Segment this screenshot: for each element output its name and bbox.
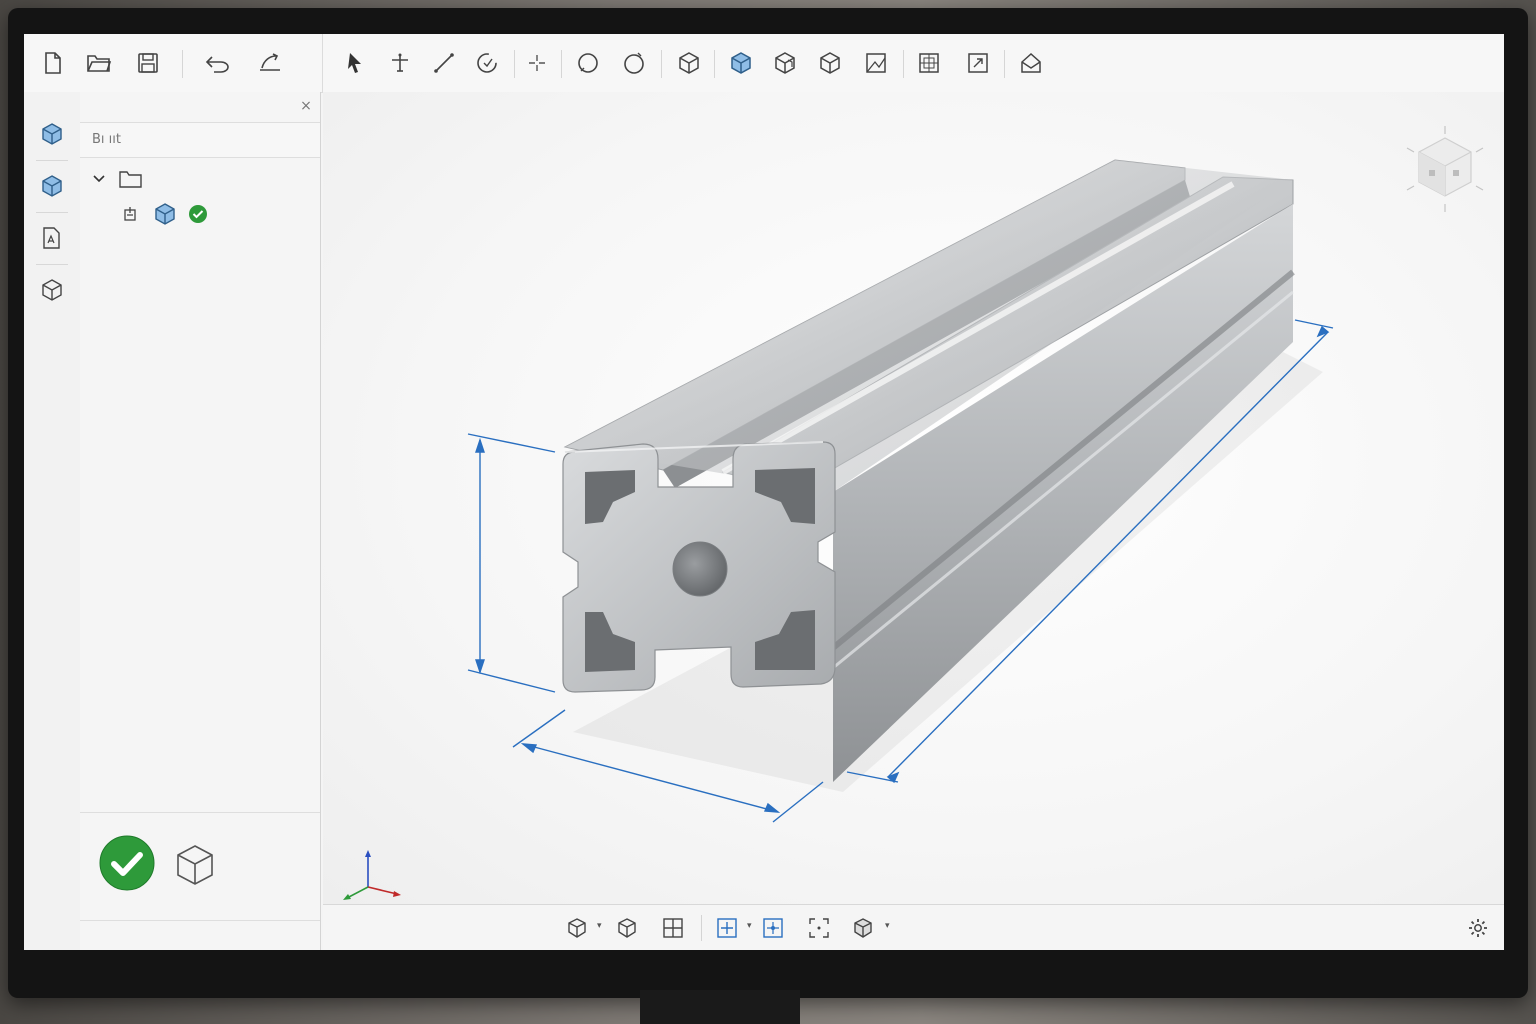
grid-icon[interactable] [659,915,687,941]
folder-icon [119,171,142,188]
monitor-stand [640,990,800,1024]
component-icon[interactable] [36,274,68,306]
extrude-icon[interactable] [726,48,756,78]
open-folder-icon[interactable] [84,48,114,78]
chevron-down-icon[interactable] [92,172,106,186]
display-mode-dropdown[interactable]: ▾ [885,921,890,931]
export-icon[interactable] [1016,48,1046,78]
save-icon[interactable] [133,48,163,78]
feature-tree-panel: × Bı ııt [80,92,321,950]
panel-footer [80,812,320,921]
view-style-dropdown[interactable]: ▾ [597,921,602,931]
snap-dropdown[interactable]: ▾ [747,921,752,931]
zoom-extents-icon[interactable] [805,915,833,941]
part-icon[interactable] [36,118,68,150]
chamfer-icon[interactable] [861,48,891,78]
left-icon-rail [24,92,81,950]
arc-icon[interactable] [472,48,502,78]
revolve-icon[interactable] [770,48,800,78]
axis-triad [343,850,401,900]
redo-icon[interactable] [255,48,285,78]
tree-row-root[interactable] [92,167,144,191]
main-toolbar [24,34,1504,93]
circle-icon[interactable] [573,48,603,78]
new-file-icon[interactable] [38,48,68,78]
line-icon[interactable] [429,48,459,78]
drawing-icon[interactable] [36,222,68,254]
3d-viewport[interactable] [323,92,1504,904]
snap-icon[interactable] [713,915,741,941]
section-icon[interactable] [914,48,944,78]
move-icon[interactable] [385,48,415,78]
part-cube-icon [155,203,175,225]
view-cube-icon[interactable] [1403,124,1487,218]
box-icon[interactable] [674,48,704,78]
snap-center-icon[interactable] [759,915,787,941]
view-style-icon[interactable] [563,915,591,941]
view-cube-small-icon[interactable] [613,915,641,941]
tree-search-bar[interactable]: Bı ııt [80,122,320,158]
fit-view-icon[interactable] [963,48,993,78]
status-ok-icon [189,205,207,223]
display-mode-icon[interactable] [849,915,877,941]
panel-footer-bar [80,920,320,950]
close-icon[interactable]: × [298,98,314,114]
undo-icon[interactable] [203,48,233,78]
cad-application: × Bı ııt ▾ ▾ ▾ [24,34,1504,950]
cube-outline-icon[interactable] [174,843,216,891]
select-arrow-icon[interactable] [340,48,370,78]
point-icon[interactable] [522,48,552,78]
checkmark-icon[interactable] [99,835,155,895]
circle-arc-icon[interactable] [619,48,649,78]
tree-search-text: Bı ııt [92,132,121,147]
tree-branch-icon [124,207,136,221]
tree-row-part[interactable] [122,202,208,226]
settings-gear-icon[interactable] [1464,915,1492,941]
body-icon[interactable] [36,170,68,202]
view-controls-bar: ▾ ▾ ▾ [323,904,1504,950]
shell-icon[interactable] [815,48,845,78]
